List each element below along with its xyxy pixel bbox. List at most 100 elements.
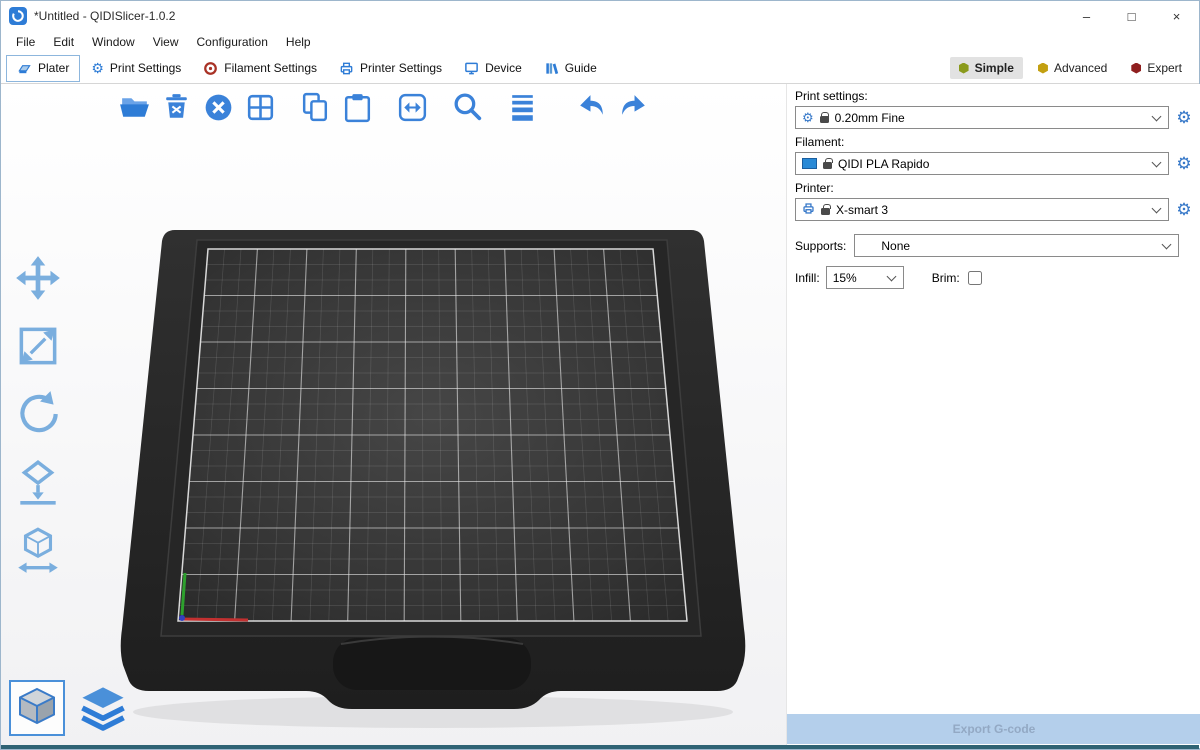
3d-editor-view-button[interactable] bbox=[9, 680, 65, 736]
lock-icon bbox=[821, 208, 830, 215]
tab-device[interactable]: Device bbox=[453, 55, 533, 82]
infill-label: Infill: bbox=[795, 271, 820, 285]
simple-mode-hex-icon bbox=[959, 63, 969, 74]
redo-arrow-icon bbox=[616, 90, 651, 125]
build-plate-canvas bbox=[1, 84, 786, 748]
redo-button[interactable] bbox=[616, 90, 651, 125]
printer-gear-button[interactable]: ⚙ bbox=[1175, 201, 1193, 218]
tab-printer-settings[interactable]: Printer Settings bbox=[328, 55, 453, 82]
menu-file[interactable]: File bbox=[7, 33, 44, 51]
printer-select[interactable]: X-smart 3 bbox=[795, 198, 1169, 221]
chevron-down-icon bbox=[1152, 112, 1162, 122]
tab-guide[interactable]: Guide bbox=[533, 55, 608, 82]
open-folder-icon bbox=[117, 90, 152, 125]
paste-icon bbox=[340, 90, 375, 125]
arrange-button[interactable] bbox=[243, 90, 278, 125]
plater-toolbar bbox=[117, 86, 658, 128]
guide-books-icon bbox=[544, 61, 559, 76]
advanced-mode-hex-icon bbox=[1038, 63, 1048, 74]
split-to-objects-button[interactable] bbox=[395, 90, 430, 125]
delete-all-button[interactable] bbox=[201, 90, 236, 125]
printer-icon bbox=[802, 202, 815, 218]
gear-icon: ⚙ bbox=[1176, 154, 1191, 173]
place-on-face-icon bbox=[12, 456, 64, 508]
undo-button[interactable] bbox=[574, 90, 609, 125]
open-button[interactable] bbox=[117, 90, 152, 125]
menu-help[interactable]: Help bbox=[277, 33, 320, 51]
measure-button[interactable] bbox=[12, 524, 64, 576]
variable-layer-height-button[interactable] bbox=[505, 90, 540, 125]
device-monitor-icon bbox=[464, 61, 479, 76]
scale-button[interactable] bbox=[12, 320, 64, 372]
search-button[interactable] bbox=[450, 90, 485, 125]
print-surface bbox=[178, 249, 687, 621]
expert-mode-hex-icon bbox=[1131, 63, 1141, 74]
mode-advanced[interactable]: Advanced bbox=[1029, 57, 1116, 79]
infill-select[interactable]: 15% bbox=[826, 266, 904, 289]
menu-edit[interactable]: Edit bbox=[44, 33, 83, 51]
minimize-button[interactable]: – bbox=[1064, 1, 1109, 31]
main-area: Print settings: ⚙ 0.20mm Fine ⚙ Filament… bbox=[1, 84, 1200, 748]
brim-checkbox[interactable] bbox=[968, 271, 982, 285]
menu-view[interactable]: View bbox=[144, 33, 188, 51]
layer-height-icon bbox=[505, 90, 540, 125]
printer-value: X-smart 3 bbox=[836, 203, 888, 217]
print-settings-gear-button[interactable]: ⚙ bbox=[1175, 109, 1193, 126]
chevron-down-icon bbox=[1152, 158, 1162, 168]
delete-button[interactable] bbox=[159, 90, 194, 125]
print-settings-select[interactable]: ⚙ 0.20mm Fine bbox=[795, 106, 1169, 129]
chevron-down-icon bbox=[886, 272, 896, 282]
menu-bar: File Edit Window View Configuration Help bbox=[1, 31, 1199, 53]
tab-label: Guide bbox=[565, 61, 597, 75]
scale-icon bbox=[12, 320, 64, 372]
mode-label: Simple bbox=[975, 61, 1014, 75]
undo-arrow-icon bbox=[574, 90, 609, 125]
title-bar: *Untitled - QIDISlicer-1.0.2 – □ × bbox=[1, 1, 1199, 31]
menu-configuration[interactable]: Configuration bbox=[188, 33, 277, 51]
measure-icon bbox=[12, 524, 64, 576]
menu-window[interactable]: Window bbox=[83, 33, 144, 51]
mode-label: Expert bbox=[1147, 61, 1182, 75]
filament-select[interactable]: QIDI PLA Rapido bbox=[795, 152, 1169, 175]
place-on-face-button[interactable] bbox=[12, 456, 64, 508]
printer-icon bbox=[339, 61, 354, 76]
supports-select[interactable]: None bbox=[854, 234, 1179, 257]
supports-label: Supports: bbox=[795, 239, 846, 253]
layers-preview-icon bbox=[77, 682, 129, 734]
plater-icon bbox=[17, 61, 32, 76]
print-settings-label: Print settings: bbox=[795, 89, 1193, 103]
tab-plater[interactable]: Plater bbox=[6, 55, 80, 82]
move-button[interactable] bbox=[12, 252, 64, 304]
mode-simple[interactable]: Simple bbox=[950, 57, 1023, 79]
tab-label: Printer Settings bbox=[360, 61, 442, 75]
filament-spool-icon bbox=[203, 61, 218, 76]
filament-label: Filament: bbox=[795, 135, 1193, 149]
mode-expert[interactable]: Expert bbox=[1122, 57, 1191, 79]
tab-bar: Plater ⚙ Print Settings Filament Setting… bbox=[1, 53, 1199, 84]
copy-button[interactable] bbox=[298, 90, 333, 125]
tab-label: Device bbox=[485, 61, 522, 75]
tab-label: Plater bbox=[38, 61, 69, 75]
3d-viewport[interactable] bbox=[1, 84, 786, 748]
move-arrows-icon bbox=[12, 252, 64, 304]
supports-row: Supports: None bbox=[795, 234, 1193, 257]
filament-value: QIDI PLA Rapido bbox=[838, 157, 929, 171]
maximize-button[interactable]: □ bbox=[1109, 1, 1154, 31]
paste-button[interactable] bbox=[340, 90, 375, 125]
tab-filament-settings[interactable]: Filament Settings bbox=[192, 55, 328, 82]
close-button[interactable]: × bbox=[1154, 1, 1199, 31]
window-controls: – □ × bbox=[1064, 1, 1199, 31]
search-icon bbox=[450, 90, 485, 125]
gear-icon: ⚙ bbox=[91, 61, 104, 75]
gizmo-toolbar bbox=[12, 252, 64, 576]
view-switcher bbox=[9, 680, 131, 736]
export-gcode-button[interactable]: Export G-code bbox=[787, 714, 1200, 744]
settings-sidebar: Print settings: ⚙ 0.20mm Fine ⚙ Filament… bbox=[786, 84, 1200, 748]
preview-view-button[interactable] bbox=[75, 680, 131, 736]
print-settings-row: ⚙ 0.20mm Fine ⚙ bbox=[795, 106, 1193, 129]
tab-print-settings[interactable]: ⚙ Print Settings bbox=[80, 55, 192, 82]
delete-all-icon bbox=[201, 90, 236, 125]
rotate-button[interactable] bbox=[12, 388, 64, 440]
filament-gear-button[interactable]: ⚙ bbox=[1175, 155, 1193, 172]
arrange-icon bbox=[243, 90, 278, 125]
